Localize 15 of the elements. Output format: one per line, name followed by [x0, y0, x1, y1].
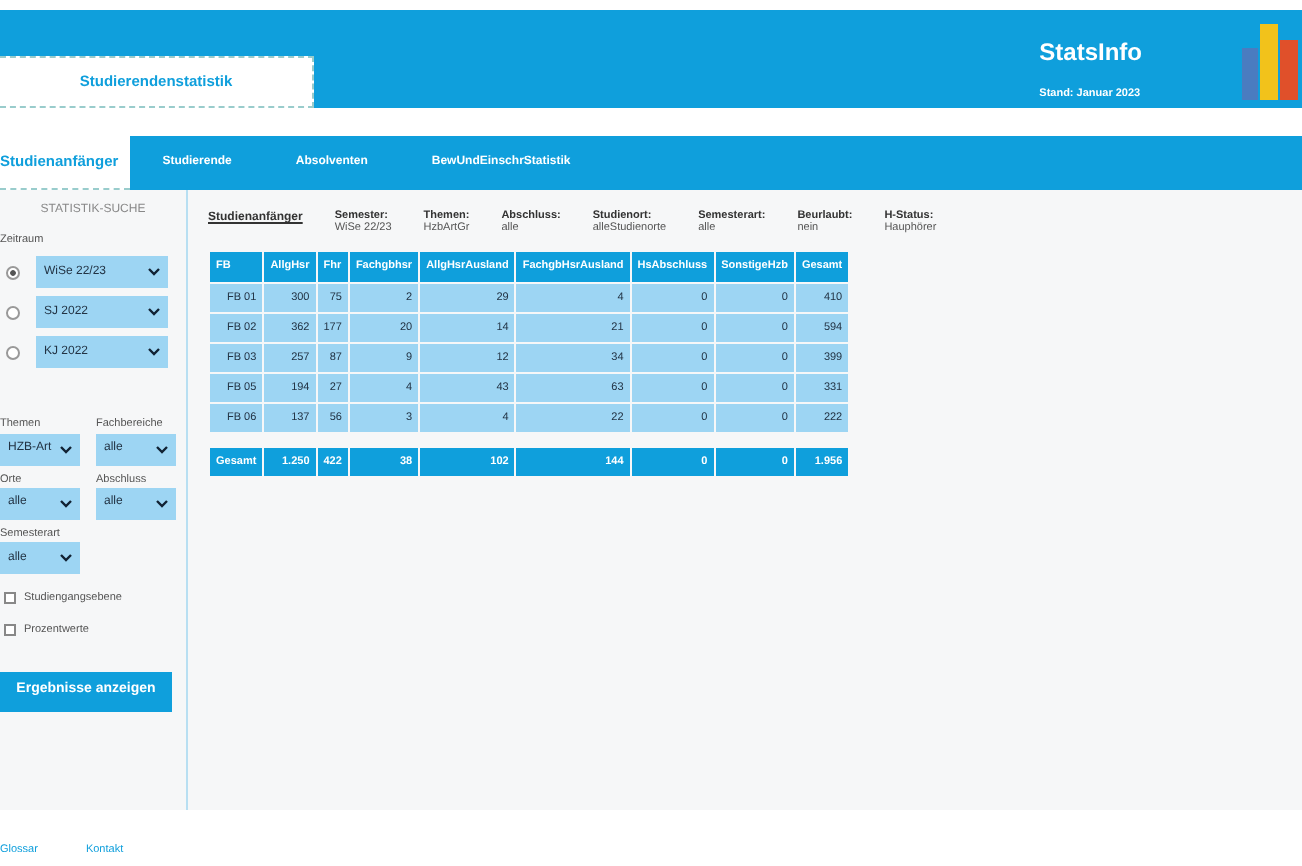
chevron-down-icon	[148, 348, 160, 357]
chevron-down-icon	[60, 445, 72, 453]
chevron-down-icon	[148, 268, 160, 277]
chevron-down-icon	[60, 554, 72, 562]
checkbox[interactable]	[4, 624, 16, 637]
radio-button[interactable]	[6, 265, 20, 280]
bar-chart-icon	[1242, 20, 1298, 104]
radio-button[interactable]	[6, 305, 20, 320]
chevron-down-icon	[60, 499, 72, 508]
chevron-down-icon	[148, 308, 160, 317]
checkbox[interactable]	[4, 592, 16, 605]
chevron-down-icon	[156, 445, 168, 453]
chevron-down-icon	[156, 499, 168, 508]
radio-button[interactable]	[6, 345, 20, 360]
app-title: StatsInfo	[1039, 36, 1142, 70]
